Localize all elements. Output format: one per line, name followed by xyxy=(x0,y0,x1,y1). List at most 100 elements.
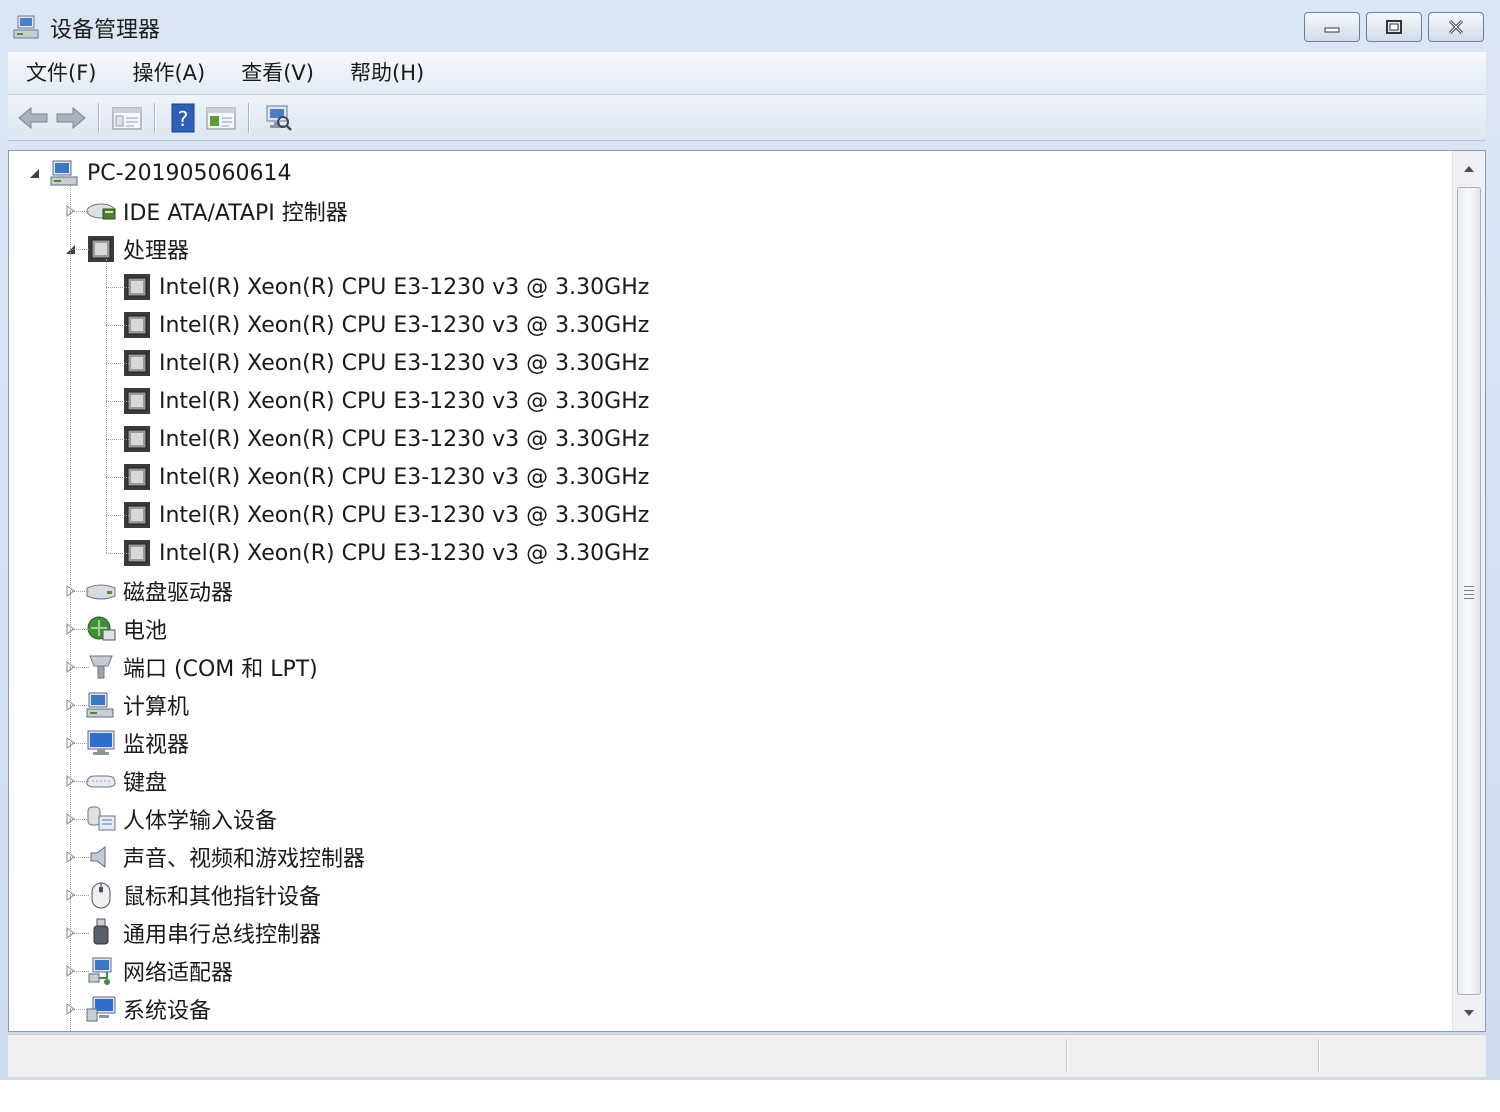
tree-guide-line xyxy=(70,819,89,820)
forward-button[interactable] xyxy=(52,99,90,137)
tree-item-label: IDE ATA/ATAPI 控制器 xyxy=(123,201,348,226)
port-icon xyxy=(85,651,117,683)
properties-button[interactable] xyxy=(202,99,240,137)
menu-action[interactable]: 操作(A) xyxy=(114,53,223,93)
monitor-icon xyxy=(85,727,117,759)
speaker-icon xyxy=(85,841,117,873)
device-tree: PC-201905060614 IDE ATA/ATAPI 控制器 处理器 Intel… xyxy=(9,151,1453,1031)
help-button[interactable]: ? xyxy=(164,99,202,137)
tree-category-4[interactable]: 端口 (COM 和 LPT) xyxy=(63,648,318,686)
menu-bar: 文件(F) 操作(A) 查看(V) 帮助(H) xyxy=(8,52,1486,95)
scrollbar-grip-icon xyxy=(1464,586,1474,602)
tree-item-label: 声音、视频和游戏控制器 xyxy=(123,847,366,872)
tree-item-label: Intel(R) Xeon(R) CPU E3-1230 v3 @ 3.30GH… xyxy=(159,274,650,300)
tree-category-0[interactable]: IDE ATA/ATAPI 控制器 xyxy=(63,192,348,230)
tree-guide-line xyxy=(106,363,129,364)
tree-guide-line xyxy=(106,515,129,516)
tree-item-label: Intel(R) Xeon(R) CPU E3-1230 v3 @ 3.30GH… xyxy=(159,502,650,528)
tree-device-processor[interactable]: Intel(R) Xeon(R) CPU E3-1230 v3 @ 3.30GH… xyxy=(99,458,649,496)
hid-icon xyxy=(85,803,117,835)
tree-guide-line xyxy=(106,477,129,478)
keyboard-icon xyxy=(85,765,117,797)
battery-icon xyxy=(85,613,117,645)
minimize-icon xyxy=(1324,27,1340,33)
tree-category-9[interactable]: 声音、视频和游戏控制器 xyxy=(63,838,365,876)
tree-item-label: 鼠标和其他指针设备 xyxy=(123,885,322,910)
tree-root-computer[interactable]: PC-201905060614 xyxy=(27,154,292,192)
toolbar-separator xyxy=(98,102,100,133)
tree-guide-line xyxy=(106,439,129,440)
menu-view[interactable]: 查看(V) xyxy=(223,53,332,93)
computer-icon xyxy=(49,157,81,189)
tree-device-processor[interactable]: Intel(R) Xeon(R) CPU E3-1230 v3 @ 3.30GH… xyxy=(99,344,649,382)
console-tree-icon xyxy=(112,107,142,129)
tree-category-10[interactable]: 鼠标和其他指针设备 xyxy=(63,876,321,914)
tree-guide-line xyxy=(70,667,89,668)
tree-item-label: 监视器 xyxy=(123,733,190,758)
scrollbar-thumb[interactable] xyxy=(1457,187,1481,995)
vertical-scrollbar[interactable] xyxy=(1452,151,1485,1031)
scroll-down-arrow-icon xyxy=(1464,1010,1474,1016)
tree-item-label: Intel(R) Xeon(R) CPU E3-1230 v3 @ 3.30GH… xyxy=(159,540,650,566)
tree-device-processor[interactable]: Intel(R) Xeon(R) CPU E3-1230 v3 @ 3.30GH… xyxy=(99,496,649,534)
tree-category-11[interactable]: 通用串行总线控制器 xyxy=(63,914,321,952)
network-adapter-icon xyxy=(85,955,117,987)
restore-button[interactable] xyxy=(1366,12,1422,42)
tree-guide-line xyxy=(70,895,89,896)
disk-drive-icon xyxy=(85,575,117,607)
close-button[interactable] xyxy=(1428,12,1484,42)
window-title: 设备管理器 xyxy=(50,18,161,43)
tree-item-label: 端口 (COM 和 LPT) xyxy=(123,657,318,682)
forward-arrow-icon xyxy=(56,106,86,129)
scan-hardware-button[interactable] xyxy=(258,99,296,137)
tree-item-label: 磁盘驱动器 xyxy=(123,581,234,606)
device-manager-icon xyxy=(12,12,42,42)
title-bar[interactable]: 设备管理器 xyxy=(0,0,1500,52)
toolbar-separator xyxy=(248,102,250,133)
menu-file[interactable]: 文件(F) xyxy=(8,53,114,93)
device-tree-pane[interactable]: PC-201905060614 IDE ATA/ATAPI 控制器 处理器 Intel… xyxy=(8,150,1486,1032)
status-bar xyxy=(8,1034,1486,1077)
tree-item-label: 系统设备 xyxy=(123,999,212,1024)
tree-item-label: 电池 xyxy=(123,619,168,644)
tree-item-label: 通用串行总线控制器 xyxy=(123,923,322,948)
close-icon xyxy=(1448,19,1464,35)
svg-text:?: ? xyxy=(178,107,189,131)
minimize-button[interactable] xyxy=(1304,12,1360,42)
tree-item-label: PC-201905060614 xyxy=(87,160,292,186)
tree-guide-line xyxy=(70,249,89,250)
tree-item-label: Intel(R) Xeon(R) CPU E3-1230 v3 @ 3.30GH… xyxy=(159,312,650,338)
tree-guide-line xyxy=(70,629,89,630)
tree-guide-line xyxy=(106,325,129,326)
tree-device-processor[interactable]: Intel(R) Xeon(R) CPU E3-1230 v3 @ 3.30GH… xyxy=(99,306,649,344)
toolbar: ? xyxy=(8,95,1486,141)
computer-icon xyxy=(85,689,117,721)
tree-guide-line xyxy=(70,705,89,706)
tree-guide-line xyxy=(106,287,129,288)
processor-icon xyxy=(85,233,117,265)
tree-category-8[interactable]: 人体学输入设备 xyxy=(63,800,277,838)
restore-icon xyxy=(1386,20,1402,34)
tree-guide-line xyxy=(70,933,89,934)
back-button[interactable] xyxy=(14,99,52,137)
collapse-arrow-icon[interactable] xyxy=(27,166,41,180)
tree-device-processor[interactable]: Intel(R) Xeon(R) CPU E3-1230 v3 @ 3.30GH… xyxy=(99,420,649,458)
tree-device-processor[interactable]: Intel(R) Xeon(R) CPU E3-1230 v3 @ 3.30GH… xyxy=(99,534,649,572)
tree-item-label: Intel(R) Xeon(R) CPU E3-1230 v3 @ 3.30GH… xyxy=(159,388,650,414)
status-bar-separator xyxy=(1318,1039,1320,1073)
tree-item-label: 处理器 xyxy=(123,239,190,264)
scroll-down-button[interactable] xyxy=(1453,997,1485,1029)
scroll-up-button[interactable] xyxy=(1453,153,1485,185)
menu-help[interactable]: 帮助(H) xyxy=(332,53,442,93)
tree-device-processor[interactable]: Intel(R) Xeon(R) CPU E3-1230 v3 @ 3.30GH… xyxy=(99,268,649,306)
tree-guide-line xyxy=(70,743,89,744)
tree-guide-line xyxy=(70,185,71,1031)
tree-guide-line xyxy=(106,259,107,553)
tree-item-label: Intel(R) Xeon(R) CPU E3-1230 v3 @ 3.30GH… xyxy=(159,464,650,490)
tree-item-label: Intel(R) Xeon(R) CPU E3-1230 v3 @ 3.30GH… xyxy=(159,426,650,452)
tree-device-processor[interactable]: Intel(R) Xeon(R) CPU E3-1230 v3 @ 3.30GH… xyxy=(99,382,649,420)
show-hide-tree-button[interactable] xyxy=(108,99,146,137)
properties-icon xyxy=(206,107,236,129)
toolbar-separator xyxy=(154,102,156,133)
tree-guide-line xyxy=(106,401,129,402)
